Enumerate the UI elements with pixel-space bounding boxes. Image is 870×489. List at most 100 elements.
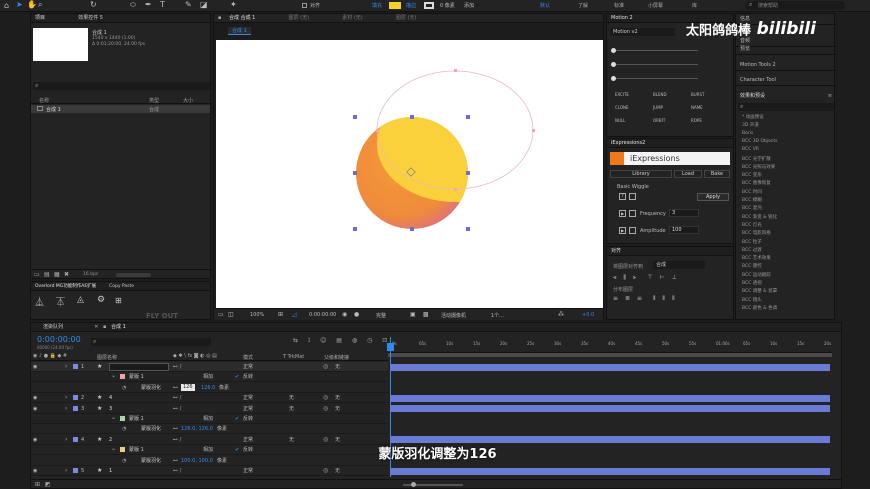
effects-category-item[interactable]: BCC 光照与效果 [740,164,775,170]
layer-switches[interactable]: ⊷ / [173,362,181,372]
mask-toggle-icon[interactable]: ◫ [228,311,234,318]
tab-project[interactable]: 项目 [35,15,45,21]
column-layer-name[interactable]: 图层名称 [97,354,117,361]
pen-tool-icon[interactable]: ✒ [145,0,152,9]
mask-feather-value[interactable]: 126.0, 126.0 [181,424,213,434]
frame-blend-icon[interactable]: ▤ [336,337,342,344]
effects-search-input[interactable]: ⌕ [738,103,834,111]
viewer-timecode[interactable]: 0:00:00:00 [309,312,336,318]
shy-icon[interactable]: ☺ [320,337,326,344]
effects-category-item[interactable]: BCC 模糊 [740,197,762,203]
camera-select[interactable]: 活动摄像机 [441,312,466,319]
pin-tool-icon[interactable]: ✦ [230,0,237,9]
layer-switches[interactable]: ⊷ / [173,466,181,476]
layer-parent-select[interactable]: 无 [335,362,340,372]
distribute-top-icon[interactable]: ≡ [613,295,618,302]
align-checkbox[interactable] [302,3,307,8]
overlord-panel-icon[interactable]: ⊞ [115,296,122,305]
new-folder-icon[interactable]: ▤ [44,271,50,278]
effects-category-item[interactable]: BCC 电影风格 [740,230,771,236]
align-hcenter-icon[interactable]: ⫼ [623,274,626,281]
motion2-clone-button[interactable]: CLONE [615,105,629,110]
mask-vertex-handle[interactable] [454,69,457,72]
column-type[interactable]: 类型 [149,97,159,104]
expand-twirl-icon[interactable]: › [65,362,67,372]
motion2-slider-knob[interactable] [611,48,616,53]
toggle-switches-icon[interactable]: ⊞ [35,481,40,488]
motion-tools-panel-tab[interactable]: Motion Tools 2 [736,60,836,71]
comp-artwork[interactable] [216,40,603,308]
motion2-slider-knob[interactable] [611,62,616,67]
distribute-left-icon[interactable]: ⦀ [653,295,656,302]
fill-swatch[interactable] [389,2,401,9]
resolution-select[interactable]: 完整 [376,312,386,319]
layer-parent-select[interactable]: 无 [335,404,340,414]
mask-vertex-handle[interactable] [376,129,379,132]
lock-icon[interactable]: ▪ [218,15,221,21]
iexpressions-bake-tab[interactable]: Bake [704,170,730,178]
project-item-row[interactable]: 合成 1 合成 [31,105,210,113]
expand-twirl-icon[interactable]: › [65,435,67,445]
mask-feather-value-y[interactable]: 126.0 [201,383,215,393]
layer-property-row[interactable]: ◔ 蒙版羽化 ⊷ 126 126.0 像素 [31,382,388,393]
effects-category-item[interactable]: Boris [740,131,753,136]
tab-overlord[interactable]: Overlord MG功能制作AE扩展 [35,284,96,289]
tab-effect-controls[interactable]: 效果控件 5 [78,15,103,21]
views-select[interactable]: 1个... [491,312,504,319]
distribute-vcenter-icon[interactable]: ≣ [625,295,630,302]
effects-category-item[interactable]: BCC 光学扩散 [740,156,771,162]
layer-label-color[interactable] [73,436,78,442]
rotate-tool-icon[interactable]: ↻ [90,0,97,9]
effects-category-item[interactable]: BCC 运动跟踪 [740,272,771,278]
constrain-link-icon[interactable]: ⊷ [173,383,178,393]
motion-blur-icon[interactable]: ◍ [352,337,357,344]
effects-category-item[interactable]: BCC 粒子 [740,239,762,245]
character-tool-panel-tab[interactable]: Character Tool [736,75,836,86]
expand-twirl-icon[interactable]: › [65,393,67,403]
add-label[interactable]: 添加 [464,2,474,9]
layer-duration-bar[interactable] [390,394,830,402]
align-top-icon[interactable]: ⊤ [647,274,652,281]
mask-name[interactable]: 蒙版 1 [129,372,144,382]
align-vcenter-icon[interactable]: ⊢ [659,274,664,281]
invert-checkbox[interactable]: ✔ [235,372,239,382]
timeline-timecode[interactable]: 0:00:00:00 [37,335,81,344]
effects-category-item[interactable]: BCC 镜头 [740,297,762,303]
draft3d-icon[interactable]: ⟟ [308,337,310,344]
layer-property-row[interactable]: ⌄ 蒙版 1 相加 ✔ 反转 [31,372,388,383]
invert-checkbox[interactable]: ✔ [235,414,239,424]
layer-property-row[interactable]: ◔ 蒙版羽化 ⊷ 100.0, 100.0 像素 [31,455,388,466]
fill-label[interactable]: 填充 [372,2,382,9]
snapshot-icon[interactable]: ◉ [342,311,347,318]
frequency-input[interactable]: 3 [669,209,699,217]
effects-category-item[interactable]: BCC 颜色 & 色调 [740,305,777,311]
layer-row[interactable]: ◉ › 4 ★ 2 ⊷ / 正常无 ◎ 无 [31,434,388,445]
effects-category-item[interactable]: BCC 混沌 [740,205,762,211]
mask-mode-select[interactable]: 相加 [203,372,213,382]
project-scrollbar[interactable] [116,273,151,277]
effects-category-item[interactable]: BCC 艺术效果 [740,255,771,261]
iexpressions-apply-button[interactable]: Apply [697,193,729,201]
delete-icon[interactable]: ✖ [64,271,69,278]
effects-category-item[interactable]: BCC 透视 [740,280,762,286]
distribute-hcenter-icon[interactable]: ⦀ [662,295,665,302]
comp-canvas[interactable] [216,40,603,308]
tab-layer-2[interactable]: 图层 (无) [396,15,417,21]
mask-color-swatch[interactable] [120,374,125,380]
panel-menu-icon[interactable]: ≡ [828,91,832,101]
mask-vertex-handle[interactable] [532,129,535,132]
effects-category-item[interactable]: BCC 图像恢复 [740,180,771,186]
toggle-modes-icon[interactable]: ◩ [45,481,51,488]
mask-name[interactable]: 蒙版 1 [129,445,144,455]
effects-category-item[interactable]: BCC 变形 [740,172,762,178]
workspace-standard[interactable]: 标准 [614,2,624,9]
motion2-name-button[interactable]: NAME [691,105,703,110]
new-comp-icon[interactable]: ▦ [54,271,60,278]
motion2-preset-select[interactable]: Motion v2 [610,28,675,36]
motion2-null-button[interactable]: NULL [615,118,625,123]
effects-category-item[interactable]: BCC 时间 [740,189,762,195]
mask-color-swatch[interactable] [120,447,125,453]
home-icon[interactable]: ⌂ [4,1,9,10]
visibility-eye-icon[interactable]: ◉ [33,404,37,414]
close-icon[interactable]: ✕ [94,324,98,330]
